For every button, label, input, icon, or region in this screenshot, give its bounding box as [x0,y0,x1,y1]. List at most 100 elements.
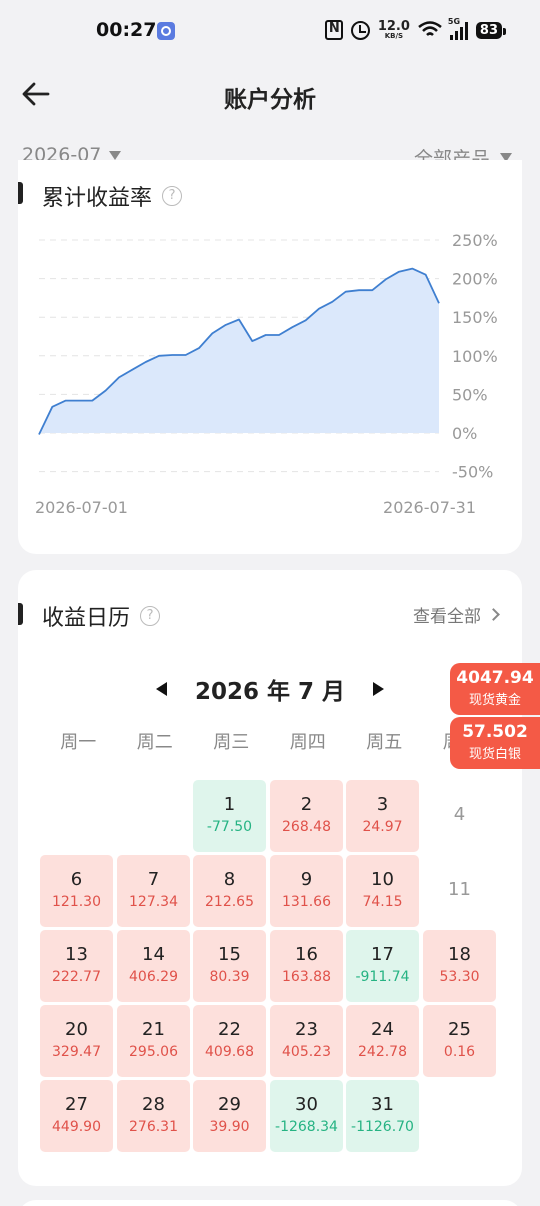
y-tick-label: -50% [452,463,493,482]
status-icons: 12.0 KB/S 5G 83 [324,17,507,42]
battery-icon: 83 [475,21,507,39]
network-type: 5G [447,17,461,26]
day-profit: 74.15 [362,894,403,910]
calendar-day[interactable]: 23 405.23 [270,1005,343,1077]
day-profit: 268.48 [282,819,331,835]
day-profit: 212.65 [205,894,254,910]
y-tick-label: 0% [452,424,477,443]
status-bar: 00:27 12.0 KB/S 5G 83 [0,0,540,60]
calendar-day[interactable]: 1 -77.50 [193,780,266,852]
day-number: 11 [448,879,471,900]
day-profit: 222.77 [52,969,101,985]
day-profit: 406.29 [129,969,178,985]
cumulative-return-card: 累计收益率 ? 250% 200% 150% 100% 50% 0% -50% 2026-07… [18,160,522,554]
calendar-month-label: 2026 年 7 月 [194,679,346,705]
calendar-day[interactable]: 7 127.34 [117,855,190,927]
day-profit: 409.68 [205,1044,254,1060]
network-speed-unit: KB/S [384,32,404,40]
calendar-day[interactable]: 28 276.31 [117,1080,190,1152]
silver-name: 现货白银 [468,747,521,762]
day-number: 31 [371,1094,394,1115]
day-profit: 121.30 [52,894,101,910]
section-marker [18,603,23,625]
calendar-day[interactable]: 11 [423,855,496,927]
day-number: 1 [223,794,236,815]
calendar-day[interactable]: 2 268.48 [270,780,343,852]
calendar-day[interactable]: 4 [423,780,496,852]
day-number: 24 [371,1019,394,1040]
calendar-day[interactable]: 27 449.90 [40,1080,113,1152]
day-profit: 80.39 [209,969,250,985]
calendar-day[interactable]: 24 242.78 [346,1005,419,1077]
day-number: 18 [448,944,471,965]
calendar-day[interactable]: 8 212.65 [193,855,266,927]
calendar-day[interactable]: 14 406.29 [117,930,190,1002]
y-tick-label: 150% [452,308,498,327]
view-all-label: 查看全部 [413,607,481,627]
calendar-section-title-text: 收益日历 [42,606,131,631]
calendar-day[interactable]: 17 -911.74 [346,930,419,1002]
day-number: 6 [70,869,83,890]
y-tick-label: 50% [452,385,488,404]
day-number: 17 [371,944,394,965]
calendar-day[interactable]: 25 0.16 [423,1005,496,1077]
calendar-day[interactable]: 9 131.66 [270,855,343,927]
day-profit: -1268.34 [275,1119,338,1135]
day-profit: 127.34 [129,894,178,910]
help-icon[interactable]: ? [140,606,161,626]
calendar-month-nav: 2026 年 7 月 [18,672,522,706]
wifi-icon [418,21,442,36]
day-number: 23 [295,1019,318,1040]
day-profit: 329.47 [52,1044,101,1060]
y-tick-label: 100% [452,347,498,366]
day-number: 29 [218,1094,241,1115]
day-number: 3 [376,794,389,815]
day-profit: -77.50 [206,819,253,835]
day-number: 15 [218,944,241,965]
day-number: 21 [142,1019,165,1040]
calendar-day[interactable]: 16 163.88 [270,930,343,1002]
weekday-label: 周四 [289,732,326,753]
calendar-day[interactable]: 29 39.90 [193,1080,266,1152]
network-speed: 12.0 KB/S [378,20,410,40]
prev-month-icon[interactable] [155,682,167,696]
view-all-link[interactable]: 查看全部 [413,602,500,627]
day-number: 22 [218,1019,241,1040]
calendar-day[interactable]: 10 74.15 [346,855,419,927]
gold-price-tag[interactable]: 4047.94 现货黄金 [450,663,540,715]
x-tick-label: 2026-07-31 [383,498,476,517]
day-number: 13 [65,944,88,965]
silver-price: 57.502 [462,722,528,742]
day-profit: 0.16 [443,1044,476,1060]
next-card [18,1200,522,1206]
day-profit: -1126.70 [351,1119,414,1135]
series-area [39,268,439,435]
calendar-day[interactable]: 15 80.39 [193,930,266,1002]
calendar-day[interactable]: 21 295.06 [117,1005,190,1077]
day-number: 27 [65,1094,88,1115]
day-number: 2 [300,794,313,815]
day-number: 8 [223,869,236,890]
calendar-day[interactable]: 13 222.77 [40,930,113,1002]
calendar-day[interactable]: 3 24.97 [346,780,419,852]
day-number: 25 [448,1019,471,1040]
calendar-day[interactable]: 31 -1126.70 [346,1080,419,1152]
calendar-day[interactable]: 20 329.47 [40,1005,113,1077]
gold-name: 现货黄金 [468,693,521,708]
calendar-day[interactable]: 18 53.30 [423,930,496,1002]
silver-price-tag[interactable]: 57.502 现货白银 [450,717,540,769]
calendar-day[interactable]: 30 -1268.34 [270,1080,343,1152]
day-profit: -911.74 [355,969,410,985]
chevron-right-icon [487,608,500,621]
status-time: 00:27 [96,19,157,41]
day-profit: 39.90 [209,1119,250,1135]
x-tick-label: 2026-07-01 [35,498,128,517]
next-month-icon[interactable] [373,682,385,696]
weekday-label: 周五 [366,732,403,753]
weekday-label: 周三 [213,732,250,753]
calendar-day[interactable]: 6 121.30 [40,855,113,927]
calendar-day[interactable]: 22 409.68 [193,1005,266,1077]
app-notification-icon [157,22,175,40]
y-tick-label: 250% [452,231,498,250]
day-profit: 295.06 [129,1044,178,1060]
